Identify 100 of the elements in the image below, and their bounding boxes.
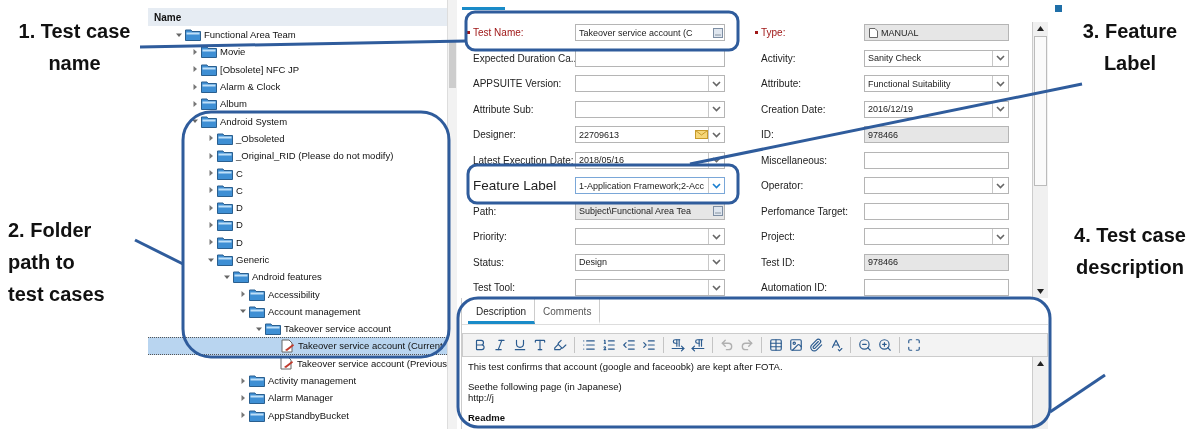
tree-row[interactable]: D [148,198,447,217]
expander-icon[interactable] [208,135,214,142]
scroll-up-icon[interactable] [1037,361,1044,366]
tab[interactable]: Description [468,298,536,324]
dropdown-field[interactable] [864,228,1009,246]
field-value: Subject\Functional Area Tea [579,206,691,217]
tree-row[interactable]: Takeover service account (Previous [148,354,447,372]
input-field[interactable]: 978466 [864,126,1009,144]
expander-icon[interactable] [208,152,214,159]
scroll-down-icon[interactable] [1037,289,1044,294]
bullet-list-icon[interactable] [582,338,596,352]
zoom-in-icon[interactable] [878,338,892,352]
expander-icon[interactable] [192,66,198,73]
dropdown-field[interactable]: Design [575,253,725,271]
scrollbar[interactable] [447,0,457,429]
bold-icon[interactable] [473,338,487,352]
expander-icon[interactable] [240,377,246,384]
input-field[interactable] [864,279,1009,297]
dropdown-field[interactable] [575,100,725,118]
zoom-out-icon[interactable] [858,338,872,352]
paperclip-icon[interactable] [809,338,823,352]
expander-icon[interactable] [240,412,246,419]
tree-row[interactable]: _Obsoleted [148,129,447,148]
ellipsis-button-icon[interactable] [712,206,723,217]
dropdown-field[interactable]: 1-Application Framework;2-Acc [575,177,725,195]
expander-icon[interactable] [256,325,262,332]
field-label: Perfomance Target: [761,205,849,217]
image-icon[interactable] [789,338,803,352]
folder-icon [217,253,233,266]
underline-icon[interactable] [513,338,527,352]
tree-row[interactable]: D [148,216,447,234]
dropdown-field[interactable] [575,228,725,246]
input-field[interactable]: 978466 [864,253,1009,271]
annotation-label: 2. Folder path to test cases [8,218,106,307]
dropdown-field[interactable]: 22709613 [575,126,725,144]
tree-row[interactable]: Alarm & Clock [148,77,447,96]
fullscreen-icon[interactable] [907,338,921,352]
dropdown-field[interactable]: Functional Suitability [864,75,1009,93]
scrollbar[interactable] [1032,357,1048,429]
tree-row[interactable]: Functional Area Team [148,26,447,44]
field-value: 2016/12/19 [868,104,914,115]
ltr-icon[interactable] [671,338,685,352]
dropdown-field[interactable] [575,75,725,93]
tree-row[interactable]: C [148,181,447,199]
tree-row[interactable]: D [148,233,447,251]
tree-row[interactable]: [Obsolete] NFC JP [148,60,447,78]
table-icon[interactable] [769,338,783,352]
expander-icon[interactable] [192,83,198,90]
expander-icon[interactable] [208,204,214,211]
tree-row[interactable]: Accessibility [148,285,447,303]
highlight-icon[interactable] [553,338,567,352]
tree-row[interactable]: AppStandbyBucket [148,406,447,424]
tree-row[interactable]: Activity management [148,371,447,390]
tree-row[interactable]: Generic [148,250,447,269]
expander-icon[interactable] [208,256,214,263]
scrollbar[interactable] [1032,22,1048,298]
expander-icon[interactable] [192,48,198,55]
expander-icon[interactable] [240,291,246,298]
outdent-icon[interactable] [622,338,636,352]
expander-icon[interactable] [240,308,246,315]
input-field[interactable] [864,202,1009,220]
column-header[interactable]: Name [148,8,447,26]
tree-row[interactable]: Android System [148,112,447,130]
expander-icon[interactable] [192,100,198,107]
spellcheck-icon[interactable] [829,338,843,352]
expander-icon[interactable] [224,273,230,280]
expander-icon[interactable] [208,170,214,176]
input-field[interactable]: MANUAL [864,24,1009,42]
expander-icon[interactable] [192,118,198,125]
tree-item-label: D [236,202,243,214]
tree-row[interactable]: Alarm Manager [148,389,447,407]
tree-row[interactable]: Account management [148,302,447,321]
tab[interactable]: Comments [535,298,601,324]
expander-icon[interactable] [208,187,214,194]
tree-row[interactable]: Movie [148,43,447,61]
font-color-icon[interactable] [533,338,547,352]
tree-row[interactable]: C [148,164,447,182]
indent-icon[interactable] [642,338,656,352]
expander-icon[interactable] [240,394,246,401]
rtl-icon[interactable] [691,338,705,352]
input-field[interactable] [864,151,1009,169]
dropdown-field[interactable] [575,279,725,297]
description-editor[interactable]: This test confirms that account (google and faceoobk) are kept after FOTA. Seethe following page (in Japanese) http://j Readme [462,357,1032,429]
numbered-list-icon[interactable] [602,338,616,352]
expander-icon[interactable] [176,31,182,38]
tree-row[interactable]: _Original_RID (Please do not modify) [148,147,447,165]
tree-row[interactable]: Album [148,95,447,113]
tree-row[interactable]: Takeover service account [148,320,447,338]
tree-row[interactable]: Android features [148,268,447,286]
input-field[interactable]: Takeover service account (C [575,24,725,42]
mail-icon[interactable] [695,130,708,140]
scroll-up-icon[interactable] [1037,26,1044,31]
dropdown-field[interactable] [864,177,1009,195]
ellipsis-button-icon[interactable] [712,27,723,38]
tree-item-label: Android features [252,271,322,283]
dropdown-field[interactable]: Sanity Check [864,49,1009,67]
italic-icon[interactable] [493,338,507,352]
tree-row[interactable]: Takeover service account (Current [148,337,447,355]
expander-icon[interactable] [208,239,214,246]
expander-icon[interactable] [208,221,214,228]
